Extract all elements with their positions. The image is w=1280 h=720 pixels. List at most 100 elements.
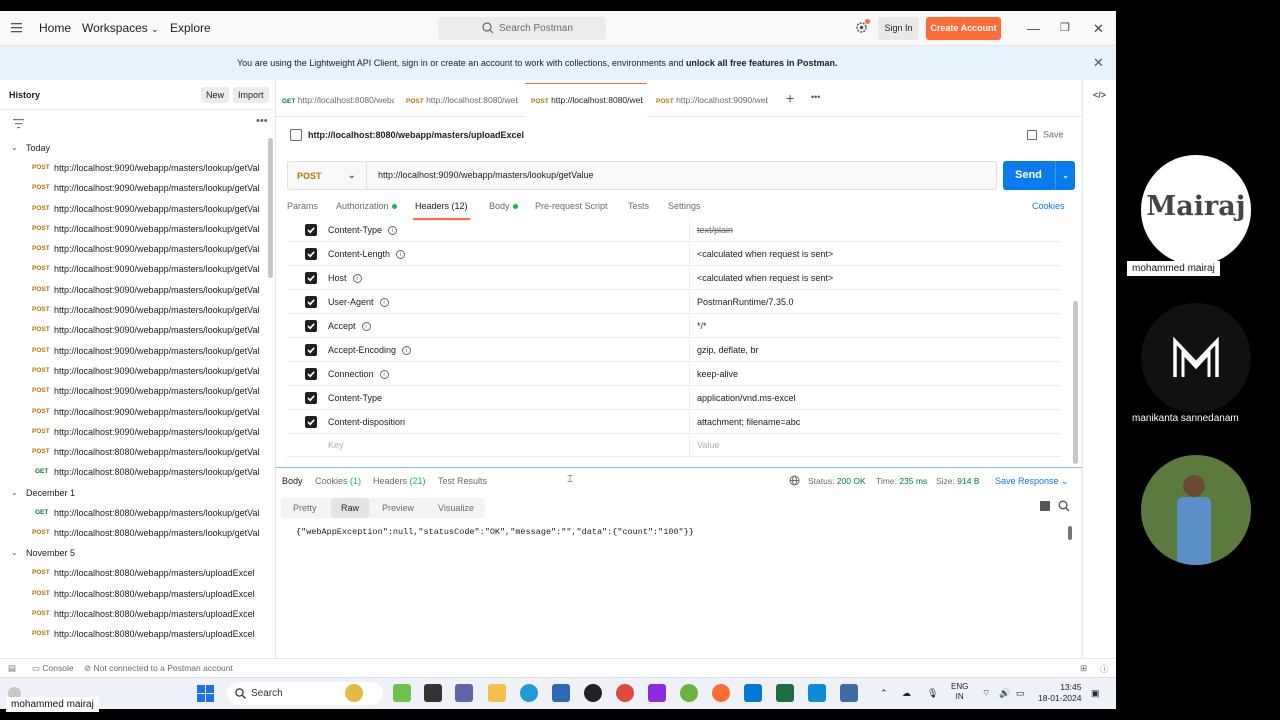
language-indicator[interactable]: ENG IN <box>951 682 968 702</box>
chrome-icon[interactable] <box>616 684 634 702</box>
tab-params[interactable]: Params <box>287 201 318 211</box>
tab-authorization[interactable]: Authorization <box>336 201 397 211</box>
info-icon[interactable]: i <box>379 298 389 308</box>
layout-icon[interactable]: ⊞ <box>1080 663 1087 674</box>
sidebar-toggle-icon[interactable]: ▤ <box>8 663 16 674</box>
request-tab[interactable]: POST http://localhost:9090/webapp <box>650 83 772 117</box>
history-item[interactable]: POST http://localhost:8080/webapp/masters… <box>0 604 266 624</box>
create-account-button[interactable]: Create Account <box>926 17 1001 40</box>
history-item[interactable]: POST http://localhost:9090/webapp/masters… <box>0 422 266 442</box>
url-input[interactable]: http://localhost:9090/webapp/masters/loo… <box>378 170 593 180</box>
code-snippet-icon[interactable]: </> <box>1093 90 1106 100</box>
dell-icon[interactable] <box>584 684 602 702</box>
format-preview[interactable]: Preview <box>372 498 424 518</box>
restore-icon[interactable]: ❐ <box>1060 21 1070 34</box>
header-key[interactable]: Host i <box>328 273 362 284</box>
header-checkbox[interactable] <box>305 368 317 380</box>
history-item[interactable]: POST http://localhost:8080/webapp/masters… <box>0 624 266 644</box>
cookies-link[interactable]: Cookies <box>1032 201 1065 211</box>
nav-workspaces[interactable]: Workspaces ⌄ <box>82 21 159 35</box>
filter-icon[interactable] <box>13 119 24 129</box>
tab-tests[interactable]: Tests <box>628 201 649 211</box>
battery-icon[interactable]: ▭ <box>1016 688 1025 699</box>
request-tab[interactable]: POST http://localhost:8080/webapp <box>400 83 522 117</box>
volume-icon[interactable]: 🔊 <box>999 688 1010 699</box>
header-checkbox[interactable] <box>305 224 317 236</box>
request-tab[interactable]: GET http://localhost:8080/webapp <box>276 83 398 117</box>
header-key[interactable]: Content-disposition <box>328 417 405 427</box>
header-checkbox[interactable] <box>305 320 317 332</box>
task-view-icon[interactable] <box>424 684 442 702</box>
globe-icon[interactable] <box>789 475 800 486</box>
header-value[interactable]: keep-alive <box>697 369 738 379</box>
header-checkbox[interactable] <box>305 248 317 260</box>
nav-explore[interactable]: Explore <box>170 21 211 35</box>
header-key[interactable]: Connection i <box>328 369 389 380</box>
file-explorer-icon[interactable] <box>488 684 506 702</box>
search-box[interactable]: Search Postman <box>438 17 606 40</box>
copy-icon[interactable] <box>1040 501 1050 511</box>
more-options-icon[interactable]: ••• <box>256 115 268 127</box>
history-item[interactable]: POST http://localhost:9090/webapp/masters… <box>0 361 266 381</box>
history-group[interactable]: ⌄ December 1 <box>0 483 266 503</box>
header-value[interactable]: attachment; filename=abc <box>697 417 800 427</box>
header-checkbox[interactable] <box>305 392 317 404</box>
method-select[interactable]: POST ⌄ <box>288 162 367 189</box>
start-icon[interactable] <box>197 685 214 702</box>
history-item[interactable]: POST http://localhost:9090/webapp/masters… <box>0 300 266 320</box>
store-icon[interactable] <box>552 684 570 702</box>
header-value[interactable]: gzip, deflate, br <box>697 345 759 355</box>
history-item[interactable]: POST http://localhost:9090/webapp/masters… <box>0 341 266 361</box>
header-key[interactable]: Accept i <box>328 321 371 332</box>
format-raw[interactable]: Raw <box>331 498 370 518</box>
banner-close-icon[interactable]: ✕ <box>1093 55 1104 71</box>
history-item[interactable]: POST http://localhost:8080/webapp/masters… <box>0 442 266 462</box>
history-item[interactable]: POST http://localhost:9090/webapp/masters… <box>0 320 266 340</box>
history-item[interactable]: POST http://localhost:9090/webapp/masters… <box>0 402 266 422</box>
sign-in-button[interactable]: Sign In <box>878 17 919 40</box>
history-item[interactable]: GET http://localhost:8080/webapp/masters/… <box>0 462 266 482</box>
minimize-icon[interactable]: — <box>1027 21 1040 36</box>
new-tab-icon[interactable]: + <box>786 90 794 106</box>
header-key[interactable]: Accept-Encoding i <box>328 345 412 356</box>
header-key[interactable]: Content-Type <box>328 393 382 403</box>
info-icon[interactable]: i <box>361 322 371 332</box>
header-checkbox[interactable] <box>305 416 317 428</box>
info-icon[interactable]: i <box>379 370 389 380</box>
header-value[interactable]: text/plain <box>697 225 733 235</box>
excel-icon[interactable] <box>776 684 794 702</box>
tab-headers[interactable]: Headers (12) <box>413 201 470 220</box>
settings-gear-icon[interactable] <box>855 19 870 39</box>
microphone-icon[interactable]: 🎙 <box>927 688 938 699</box>
save-response-button[interactable]: Save Response ⌄ <box>995 476 1069 487</box>
history-item[interactable]: GET http://localhost:8080/webapp/masters/… <box>0 503 266 523</box>
header-value[interactable]: */* <box>697 321 707 331</box>
hamburger-menu-icon[interactable] <box>11 22 22 33</box>
chevron-up-icon[interactable]: ⌃ <box>880 688 888 699</box>
history-item[interactable]: POST http://localhost:8080/webapp/masters… <box>0 584 266 604</box>
postman-icon[interactable] <box>712 684 730 702</box>
tab-settings[interactable]: Settings <box>668 201 701 211</box>
nav-home[interactable]: Home <box>39 21 71 35</box>
history-group[interactable]: ⌄ Today <box>0 138 266 158</box>
app-icon[interactable] <box>840 684 858 702</box>
headers-scrollbar[interactable] <box>1073 301 1078 464</box>
tab-options-icon[interactable]: ••• <box>811 92 820 102</box>
response-scrollbar[interactable] <box>1068 526 1072 540</box>
console-button[interactable]: ▭ Console <box>32 663 74 674</box>
spring-icon[interactable] <box>680 684 698 702</box>
sidebar-scrollbar[interactable] <box>268 138 273 278</box>
info-icon[interactable]: i <box>396 250 406 260</box>
edge-icon[interactable] <box>520 684 538 702</box>
response-tab-body[interactable]: Body <box>282 476 303 486</box>
header-key[interactable]: Content-Type i <box>328 225 398 236</box>
copilot-icon[interactable] <box>393 684 411 702</box>
response-tab-cookies[interactable]: Cookies (1) <box>315 476 361 486</box>
history-item[interactable]: POST http://localhost:9090/webapp/masters… <box>0 381 266 401</box>
notifications-icon[interactable]: ▣ <box>1091 688 1100 699</box>
history-item[interactable]: POST http://localhost:9090/webapp/masters… <box>0 158 266 178</box>
import-button[interactable]: Import <box>233 87 269 103</box>
help-icon[interactable]: ⓘ <box>1100 663 1109 675</box>
header-key[interactable]: User-Agent i <box>328 297 389 308</box>
key-input[interactable]: Key <box>328 440 344 450</box>
